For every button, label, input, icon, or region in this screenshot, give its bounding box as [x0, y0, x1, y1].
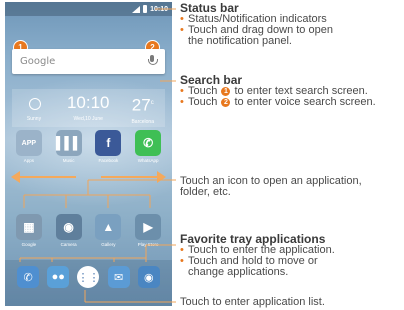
app-label: Apps	[23, 158, 34, 163]
temperature: 27c Barcelona	[131, 92, 154, 125]
app-gallery[interactable]: ▲ Gallery	[90, 214, 126, 247]
app-row-2: ▦ Google ◉ Camera ▲ Gallery ▶ Play Store	[5, 214, 172, 247]
app-label: Camera	[60, 242, 77, 247]
weather-clock-widget[interactable]: Sunny 10:10 Wed,10 June 27c Barcelona	[12, 89, 165, 127]
browser-icon[interactable]: ◉	[137, 266, 160, 288]
search-placeholder[interactable]: Google	[20, 56, 147, 67]
app-row-1: APP Apps ▌▌▌ Music f Facebook ✆ WhatsApp	[5, 130, 172, 163]
messaging-icon[interactable]: ●●	[47, 266, 70, 288]
phone-screen: 10:10 1 2 Google Sunny 10:10 Wed,10 June…	[5, 2, 172, 306]
app-label: Google	[21, 242, 37, 247]
email-icon[interactable]: ✉	[107, 266, 130, 288]
app-camera[interactable]: ◉ Camera	[51, 214, 87, 247]
app-label: WhatsApp	[137, 158, 159, 163]
status-bar-bullet-2-cont: the notification panel.	[188, 35, 292, 47]
status-bar-annotation: Status bar • Status/Notification indicato…	[180, 2, 402, 47]
callout-2-icon: 2	[221, 98, 231, 107]
open-app-line-2: folder, etc.	[180, 186, 231, 198]
temperature-value: 27c	[131, 95, 154, 115]
clock-time: 10:10	[66, 93, 110, 112]
mic-icon[interactable]	[147, 55, 158, 68]
whatsapp-icon[interactable]: ✆	[135, 130, 162, 156]
phone-icon[interactable]: ✆	[17, 266, 40, 288]
battery-icon	[143, 5, 148, 13]
app-label: Music	[62, 158, 75, 163]
google-search-bar[interactable]: Google	[12, 49, 165, 74]
swipe-right-arrow-icon	[157, 171, 166, 183]
app-music[interactable]: ▌▌▌ Music	[51, 130, 87, 163]
swipe-right-line	[101, 176, 157, 178]
app-google[interactable]: ▦ Google	[11, 214, 47, 247]
open-app-annotation: Touch an icon to open an application, fo…	[180, 176, 402, 198]
app-label: Gallery	[101, 242, 116, 247]
signal-icon	[132, 5, 141, 13]
google-folder-icon[interactable]: ▦	[15, 214, 42, 240]
sun-icon	[23, 92, 45, 114]
search-bar-annotation: Search bar • Touch 1 to enter text search…	[180, 74, 402, 108]
app-list-icon[interactable]: ⋮⋮	[77, 266, 100, 288]
camera-icon[interactable]: ◉	[55, 214, 82, 240]
weather-condition: Sunny	[23, 92, 45, 122]
swipe-arrows	[11, 170, 166, 184]
app-facebook[interactable]: f Facebook	[90, 130, 126, 163]
play-store-icon[interactable]: ▶	[135, 214, 162, 240]
app-list-annotation: Touch to enter application list.	[180, 296, 325, 308]
weather-condition-label: Sunny	[26, 116, 42, 122]
apps-folder-icon[interactable]: APP	[15, 130, 42, 156]
swipe-left-arrow-icon	[11, 171, 20, 183]
clock: 10:10 Wed,10 June	[67, 92, 110, 122]
app-whatsapp[interactable]: ✆ WhatsApp	[130, 130, 166, 163]
city-label: Barcelona	[131, 118, 154, 125]
music-icon[interactable]: ▌▌▌	[55, 130, 82, 156]
app-label: Facebook	[98, 158, 119, 163]
app-apps[interactable]: APP Apps	[11, 130, 47, 163]
gallery-icon[interactable]: ▲	[95, 214, 122, 240]
clock-date: Wed,10 June	[73, 116, 103, 122]
status-time: 10:10	[150, 5, 168, 13]
favorite-tray-bullet-2-cont: change applications.	[188, 266, 289, 278]
callout-1-icon: 1	[221, 87, 231, 96]
status-bar[interactable]: 10:10	[5, 2, 172, 16]
swipe-left-line	[20, 176, 76, 178]
facebook-icon[interactable]: f	[95, 130, 122, 156]
favorite-tray: ✆ ●● ⋮⋮ ✉ ◉	[5, 266, 172, 288]
favorite-tray-annotation: Favorite tray applications • Touch to ent…	[180, 233, 402, 278]
app-label: Play Store	[137, 242, 159, 247]
app-play-store[interactable]: ▶ Play Store	[130, 214, 166, 247]
